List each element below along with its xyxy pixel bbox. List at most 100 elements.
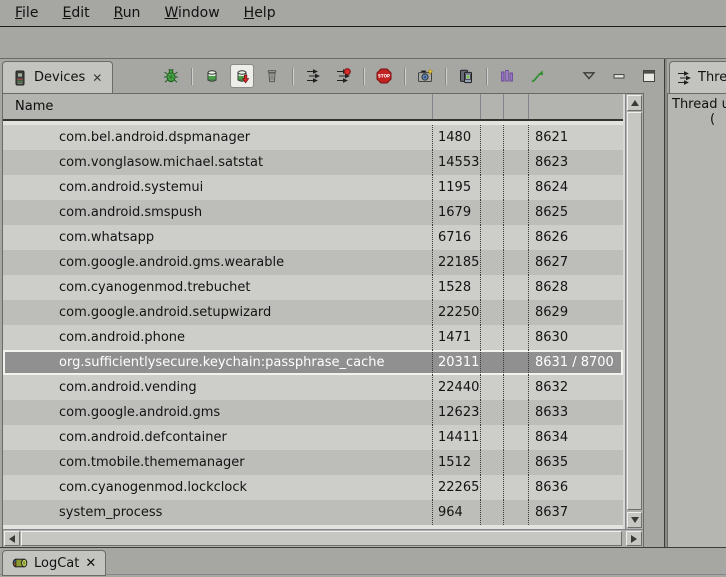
- menu-item-help[interactable]: Help: [233, 2, 287, 24]
- port-cell: 8624: [529, 175, 623, 200]
- empty-cell: [481, 400, 504, 425]
- logcat-tab-close-icon[interactable]: ✕: [85, 556, 96, 571]
- toolbar-separator: [363, 68, 364, 85]
- port-cell: 8636: [529, 475, 623, 500]
- process-name-cell: com.vonglasow.michael.satstat: [3, 150, 433, 175]
- menu-item-edit[interactable]: Edit: [51, 2, 100, 24]
- start-method-profiling-button[interactable]: [331, 64, 355, 88]
- client-row[interactable]: com.android.smspush16798625: [3, 200, 623, 225]
- screen-capture-icon: [417, 68, 433, 84]
- process-name-cell: com.cyanogenmod.trebuchet: [3, 275, 433, 300]
- dump-hprof-button[interactable]: [230, 64, 254, 88]
- port-cell: 8634: [529, 425, 623, 450]
- empty-cell: [481, 350, 504, 375]
- port-cell: 8629: [529, 300, 623, 325]
- client-row[interactable]: com.whatsapp67168626: [3, 225, 623, 250]
- empty-cell: [481, 450, 504, 475]
- port-column-header[interactable]: [529, 94, 623, 119]
- screen-capture-button[interactable]: [413, 64, 437, 88]
- client-row[interactable]: com.google.android.gms.wearable221858627: [3, 250, 623, 275]
- scroll-up-button[interactable]: [627, 95, 642, 111]
- update-heap-button[interactable]: [200, 64, 224, 88]
- threads-icon: [676, 70, 692, 86]
- threads-tab-strip: Threa: [667, 59, 726, 93]
- systrace-button[interactable]: [525, 64, 549, 88]
- client-row[interactable]: system_process9648637: [3, 500, 623, 525]
- logcat-icon: [12, 555, 28, 571]
- devices-tab-label: Devices: [34, 70, 85, 85]
- pid-cell: 20311: [433, 350, 481, 375]
- client-row[interactable]: com.google.android.gms126238633: [3, 400, 623, 425]
- empty-cell: [504, 175, 529, 200]
- client-row[interactable]: com.android.phone14718630: [3, 325, 623, 350]
- debug-attach-icon: [163, 68, 179, 84]
- view-hierarchy-button[interactable]: [454, 64, 478, 88]
- start-opengl-trace-button[interactable]: [495, 64, 519, 88]
- client-rows: com.bel.android.dspmanager14808621com.vo…: [3, 125, 623, 525]
- table-body-viewport: com.bel.android.dspmanager14808621com.vo…: [3, 121, 623, 529]
- scroll-right-button[interactable]: [626, 531, 642, 546]
- client-row[interactable]: com.android.defcontainer144118634: [3, 425, 623, 450]
- debug-attach-button[interactable]: [159, 64, 183, 88]
- process-name-cell: com.google.android.setupwizard: [3, 300, 433, 325]
- menu-item-file[interactable]: File: [4, 2, 49, 24]
- menu-item-window[interactable]: Window: [153, 2, 230, 24]
- update-threads-button[interactable]: [301, 64, 325, 88]
- process-name-cell: com.bel.android.dspmanager: [3, 125, 433, 150]
- empty-cell: [481, 250, 504, 275]
- empty-cell: [481, 325, 504, 350]
- name-column-header[interactable]: Name: [3, 94, 433, 119]
- pid-cell: 1528: [433, 275, 481, 300]
- view-menu-icon: [581, 68, 597, 84]
- pid-column-header[interactable]: [433, 94, 481, 119]
- client-row[interactable]: com.bel.android.dspmanager14808621: [3, 125, 623, 150]
- port-cell: 8631 / 8700: [529, 350, 623, 375]
- tab-threads[interactable]: Threa: [669, 61, 726, 93]
- empty-cell: [504, 500, 529, 525]
- empty-cell: [481, 150, 504, 175]
- client-row-selected[interactable]: org.sufficientlysecure.keychain:passphra…: [3, 350, 623, 375]
- horizontal-scroll-thumb[interactable]: [21, 531, 622, 546]
- view-menu-button[interactable]: [577, 64, 601, 88]
- empty-cell: [504, 150, 529, 175]
- client-row[interactable]: com.android.vending224408632: [3, 375, 623, 400]
- process-name-cell: com.android.defcontainer: [3, 425, 433, 450]
- client-row[interactable]: com.google.android.setupwizard222508629: [3, 300, 623, 325]
- process-name-cell: com.android.phone: [3, 325, 433, 350]
- client-row[interactable]: com.android.systemui11958624: [3, 175, 623, 200]
- port-cell: 8635: [529, 450, 623, 475]
- horizontal-scrollbar[interactable]: [3, 529, 643, 547]
- vertical-scroll-thumb[interactable]: [627, 112, 642, 510]
- cause-gc-button[interactable]: [260, 64, 284, 88]
- threads-view: Threa Thread up (: [667, 59, 726, 549]
- empty-cell: [481, 275, 504, 300]
- tab-logcat[interactable]: LogCat ✕: [2, 550, 106, 576]
- devices-view: Devices ✕ STOP Name com.bel.android.dspm…: [0, 59, 664, 549]
- logcat-tab-bar: LogCat ✕: [0, 547, 726, 577]
- client-row[interactable]: com.cyanogenmod.lockclock222658636: [3, 475, 623, 500]
- port-cell: 8632: [529, 375, 623, 400]
- scroll-left-button[interactable]: [4, 531, 20, 546]
- process-name-cell: com.google.android.gms.wearable: [3, 250, 433, 275]
- phone-icon: [12, 70, 28, 86]
- tab-devices[interactable]: Devices ✕: [2, 61, 113, 93]
- stop-process-button[interactable]: STOP: [372, 64, 396, 88]
- empty-column-header-2[interactable]: [504, 94, 529, 119]
- client-row[interactable]: com.cyanogenmod.trebuchet15288628: [3, 275, 623, 300]
- minimize-button[interactable]: [607, 64, 631, 88]
- scroll-down-button[interactable]: [627, 512, 642, 528]
- pid-cell: 1471: [433, 325, 481, 350]
- devices-tab-close-icon[interactable]: ✕: [91, 71, 103, 85]
- empty-column-header-1[interactable]: [481, 94, 504, 119]
- vertical-scrollbar[interactable]: [625, 94, 643, 529]
- table-header-row: Name: [3, 94, 623, 121]
- maximize-button[interactable]: [637, 64, 661, 88]
- process-name-cell: com.tmobile.thememanager: [3, 450, 433, 475]
- toolbar-separator: [404, 68, 405, 85]
- client-row[interactable]: com.tmobile.thememanager15128635: [3, 450, 623, 475]
- menu-item-run[interactable]: Run: [103, 2, 152, 24]
- client-row[interactable]: com.vonglasow.michael.satstat145538623: [3, 150, 623, 175]
- devices-table: Name com.bel.android.dspmanager14808621c…: [2, 93, 644, 548]
- port-cell: 8625: [529, 200, 623, 225]
- port-cell: 8623: [529, 150, 623, 175]
